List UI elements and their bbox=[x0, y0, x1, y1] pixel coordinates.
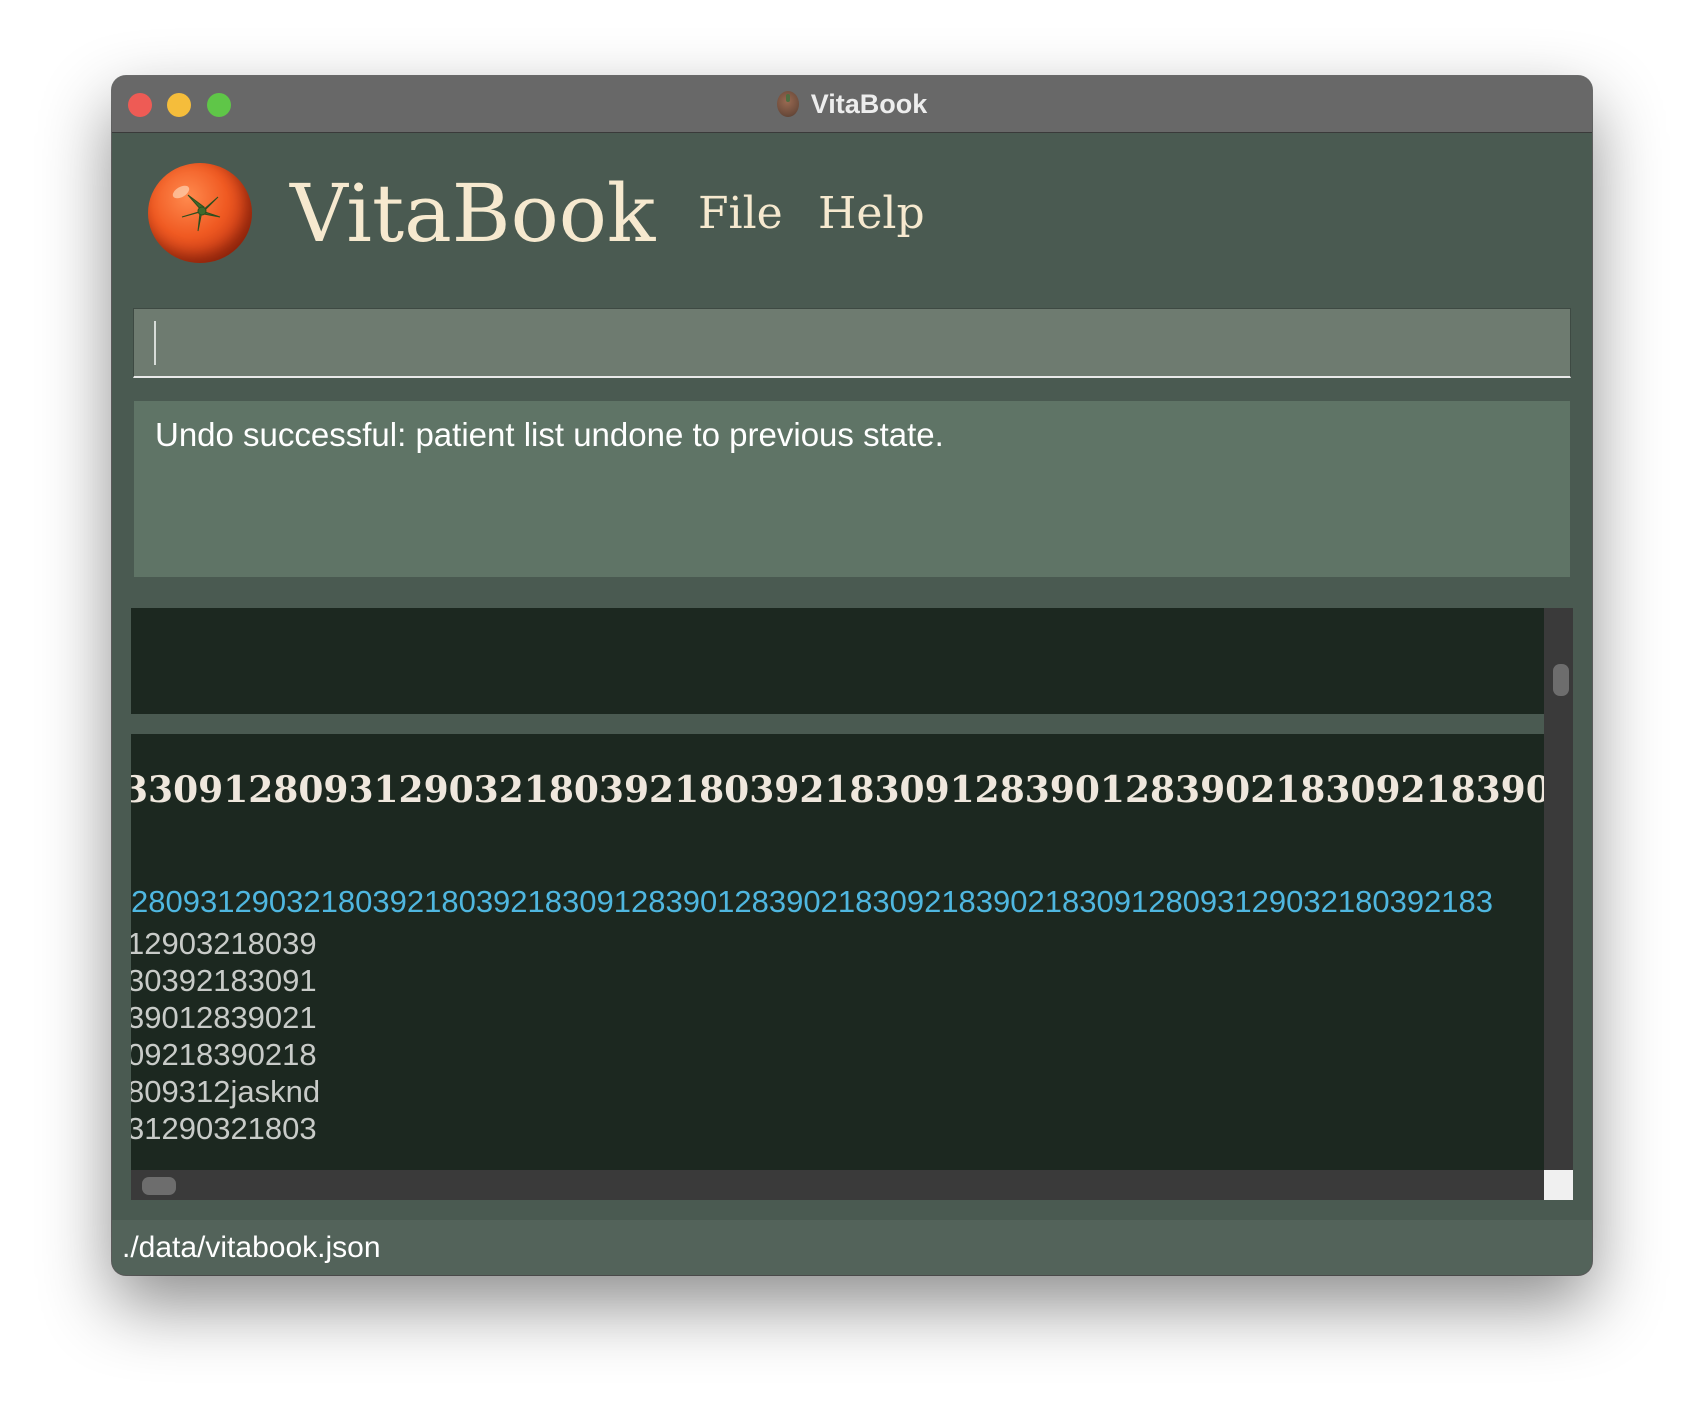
patient-list-panel: 3309128093129032180392180392183091283901… bbox=[131, 608, 1573, 1200]
stem-icon bbox=[181, 194, 221, 232]
tomato-logo-icon bbox=[148, 163, 252, 263]
app-name-heading: VitaBook bbox=[290, 167, 656, 260]
command-box[interactable] bbox=[133, 308, 1571, 378]
status-bar: ./data/vitabook.json bbox=[112, 1220, 1592, 1275]
patient-list-viewport[interactable]: 3309128093129032180392180392183091283901… bbox=[131, 608, 1544, 1170]
patient-card[interactable]: 3309128093129032180392180392183091283901… bbox=[131, 734, 1544, 1170]
patient-card-empty[interactable] bbox=[131, 608, 1544, 714]
help-menu[interactable]: Help bbox=[818, 186, 925, 242]
app-window: VitaBook VitaBook File Help Undo success… bbox=[112, 76, 1592, 1275]
horizontal-scroll-thumb[interactable] bbox=[142, 1177, 176, 1195]
title-bar[interactable]: VitaBook bbox=[112, 76, 1592, 133]
data-file-path: ./data/vitabook.json bbox=[122, 1231, 381, 1264]
command-input[interactable] bbox=[134, 309, 1570, 376]
file-menu[interactable]: File bbox=[698, 186, 783, 242]
patient-detail: 30392183091 bbox=[131, 963, 317, 998]
patient-detail: 31290321803 bbox=[131, 1111, 317, 1146]
result-display: Undo successful: patient list undone to … bbox=[134, 401, 1570, 577]
vertical-scrollbar[interactable] bbox=[1544, 608, 1573, 1170]
patient-detail: 12903218039 bbox=[131, 926, 317, 961]
scrollbar-corner bbox=[1544, 1170, 1573, 1200]
horizontal-scrollbar[interactable] bbox=[131, 1170, 1544, 1200]
patient-detail: 39012839021 bbox=[131, 1000, 317, 1035]
patient-id: 2809312903218039218039218309128390128390… bbox=[131, 884, 1494, 919]
patient-detail: 09218390218 bbox=[131, 1037, 317, 1072]
patient-name: 3309128093129032180392180392183091283901… bbox=[131, 769, 1544, 811]
result-message: Undo successful: patient list undone to … bbox=[155, 416, 944, 453]
patient-detail: 809312jasknd bbox=[131, 1074, 321, 1109]
tomato-title-icon bbox=[776, 91, 799, 117]
text-caret bbox=[154, 321, 156, 365]
window-title: VitaBook bbox=[810, 88, 928, 119]
window-title-group: VitaBook bbox=[112, 76, 1592, 132]
vertical-scroll-thumb[interactable] bbox=[1553, 664, 1569, 696]
